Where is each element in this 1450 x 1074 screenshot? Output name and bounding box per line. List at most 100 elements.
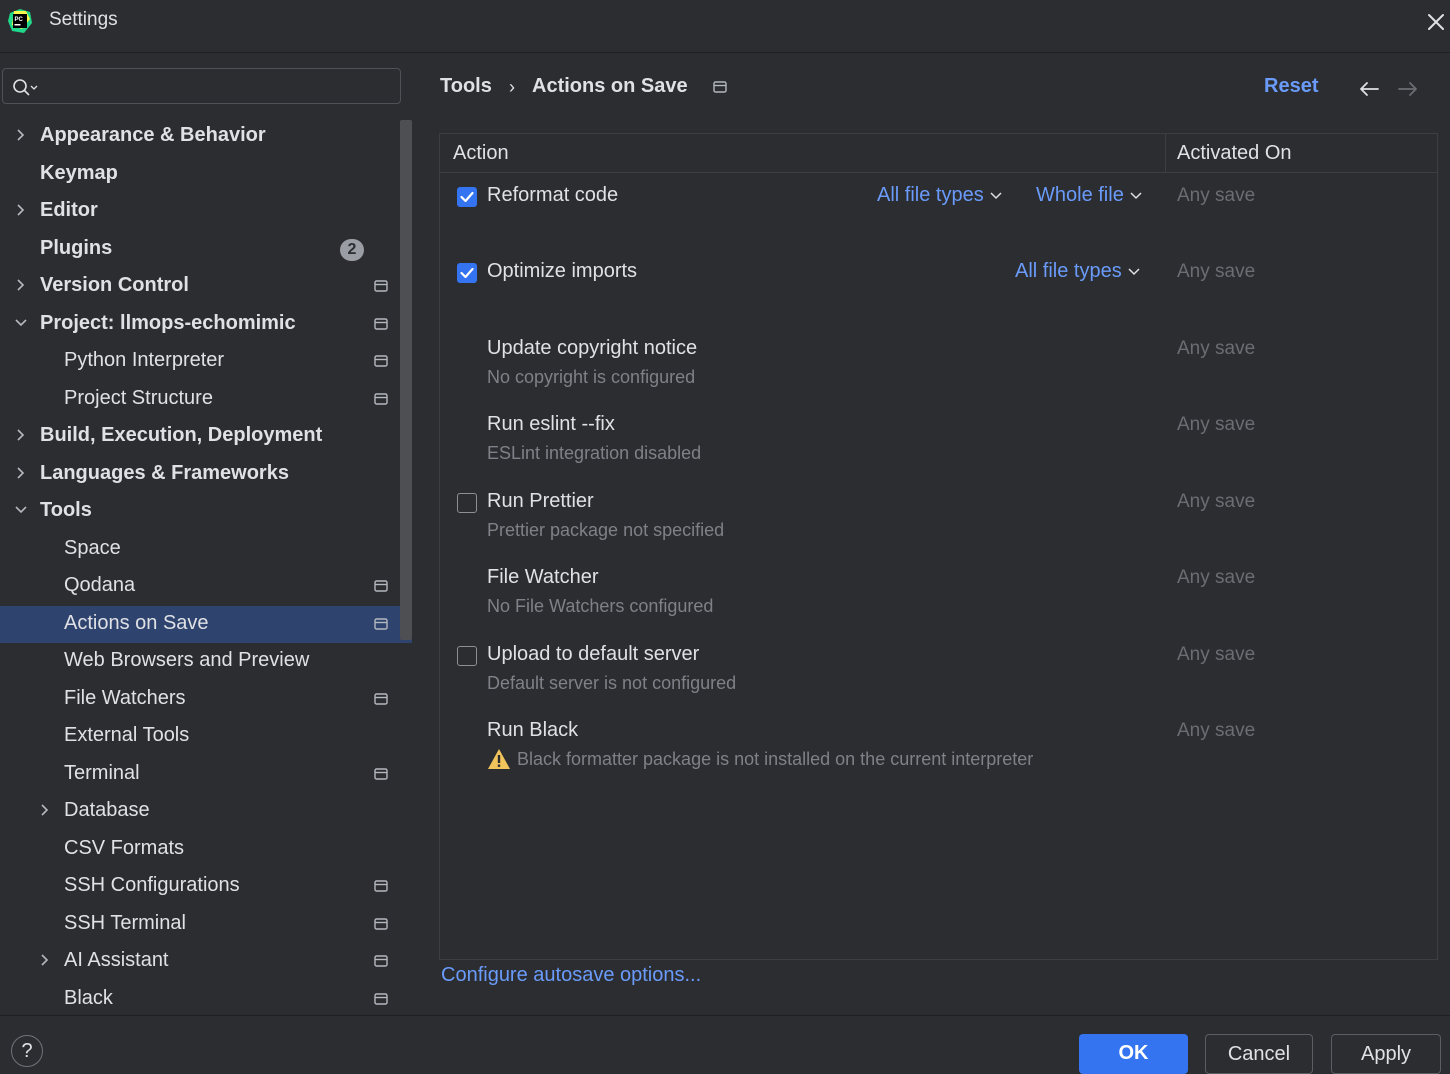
action-title: Update copyright notice <box>487 337 698 359</box>
cancel-button[interactable]: Cancel <box>1205 1034 1313 1074</box>
sidebar-item-label: Qodana <box>64 574 136 596</box>
sidebar-item-tools[interactable]: Tools <box>0 493 400 530</box>
sidebar-item-qodana[interactable]: Qodana <box>0 568 400 605</box>
sidebar-item-label: CSV Formats <box>64 836 185 859</box>
sidebar-item-label: Languages & Frameworks <box>40 461 289 484</box>
chevron-right-icon[interactable] <box>14 428 28 442</box>
sidebar-item-python-interpreter[interactable]: Python Interpreter <box>0 343 400 380</box>
activated-on-value: Any save <box>1177 644 1256 665</box>
chevron-right-icon[interactable] <box>38 803 52 817</box>
action-checkbox[interactable] <box>457 493 477 513</box>
settings-search-box[interactable] <box>2 68 401 104</box>
chevron-right-icon[interactable] <box>38 953 52 967</box>
action-row-run-black: Run Black Black formatter package is not … <box>440 713 1437 789</box>
chevron-right-icon[interactable] <box>14 278 28 292</box>
sidebar-item-plugins[interactable]: Plugins 2 <box>0 231 400 268</box>
action-row-run-prettier: Run Prettier Prettier package not specifi… <box>440 484 1437 560</box>
file-types-dropdown[interactable]: All file types <box>1015 260 1140 283</box>
chevron-down-icon <box>990 192 1002 199</box>
sidebar-item-terminal[interactable]: Terminal <box>0 756 400 793</box>
project-level-icon <box>374 355 388 367</box>
configure-autosave-link[interactable]: Configure autosave options... <box>441 964 701 987</box>
table-header: Action Activated On <box>440 134 1437 173</box>
file-types-dropdown[interactable]: All file types <box>877 184 1002 207</box>
chevron-down-icon[interactable] <box>14 503 28 517</box>
reset-link[interactable]: Reset <box>1264 75 1318 98</box>
settings-search-input[interactable] <box>43 73 397 99</box>
action-checkbox[interactable] <box>457 187 477 207</box>
dialog-footer: ? OK Cancel Apply <box>0 1015 1450 1074</box>
scope-dropdown[interactable]: Whole file <box>1036 184 1142 207</box>
project-level-icon <box>374 917 388 930</box>
breadcrumb-tools[interactable]: Tools <box>440 75 492 98</box>
sidebar-item-ssh-terminal[interactable]: SSH Terminal <box>0 906 400 943</box>
project-level-icon <box>374 317 388 330</box>
action-checkbox[interactable] <box>457 263 477 283</box>
sidebar-item-csv-formats[interactable]: CSV Formats <box>0 831 400 868</box>
action-status-text: No File Watchers configured <box>487 596 714 616</box>
action-checkbox[interactable] <box>457 646 477 666</box>
sidebar-item-editor[interactable]: Editor <box>0 193 400 230</box>
activated-on-value: Any save <box>1177 491 1256 512</box>
apply-button[interactable]: Apply <box>1331 1034 1441 1074</box>
arrow-left-icon[interactable] <box>1358 81 1380 97</box>
action-row-reformat-code: Reformat code All file types Whole file Any… <box>440 178 1437 254</box>
warning-icon <box>488 749 510 769</box>
svg-text:PC: PC <box>15 17 24 23</box>
action-title: File Watcher <box>487 566 599 588</box>
sidebar-item-keymap[interactable]: Keymap <box>0 156 400 193</box>
sidebar-item-black[interactable]: Black <box>0 981 400 1016</box>
sidebar-item-ai-assistant[interactable]: AI Assistant <box>0 943 400 980</box>
sidebar-item-appearance-behavior[interactable]: Appearance & Behavior <box>0 118 400 155</box>
sidebar-item-web-browsers-and-preview[interactable]: Web Browsers and Preview <box>0 643 400 680</box>
sidebar-item-label: SSH Configurations <box>64 874 240 896</box>
window-title: Settings <box>49 9 118 30</box>
sidebar-item-label: Tools <box>40 499 92 521</box>
column-header-action: Action <box>453 142 509 164</box>
project-level-icon <box>374 955 388 967</box>
sidebar-item-version-control[interactable]: Version Control <box>0 268 400 305</box>
sidebar-item-ssh-configurations[interactable]: SSH Configurations <box>0 868 400 905</box>
chevron-down-icon[interactable] <box>14 316 28 330</box>
search-icon <box>13 79 38 96</box>
sidebar-item-label: Project Structure <box>64 386 213 409</box>
project-level-icon <box>374 880 388 892</box>
title-bar: PC Settings <box>0 0 1450 53</box>
sidebar-item-project-structure[interactable]: Project Structure <box>0 381 400 418</box>
column-divider[interactable] <box>1165 134 1166 172</box>
sidebar-item-build-execution-deployment[interactable]: Build, Execution, Deployment <box>0 418 400 455</box>
action-title: Reformat code <box>487 184 619 206</box>
column-header-activated-on: Activated On <box>1177 142 1292 164</box>
activated-on-value: Any save <box>1177 185 1256 206</box>
sidebar-item-file-watchers[interactable]: File Watchers <box>0 681 400 718</box>
sidebar-item-label: Web Browsers and Preview <box>64 649 310 671</box>
project-level-icon <box>713 81 727 93</box>
sidebar-item-label: SSH Terminal <box>64 911 186 934</box>
breadcrumb-separator: › <box>509 77 515 97</box>
sidebar-item-actions-on-save[interactable]: Actions on Save <box>0 605 412 643</box>
sidebar-item-space[interactable]: Space <box>0 531 400 568</box>
action-title: Run eslint --fix <box>487 413 615 435</box>
chevron-down-icon <box>1130 192 1142 199</box>
arrow-right-icon[interactable] <box>1397 81 1419 97</box>
close-icon[interactable] <box>1424 10 1448 34</box>
chevron-right-icon[interactable] <box>14 128 28 142</box>
chevron-right-icon[interactable] <box>14 203 28 217</box>
action-status-text: Default server is not configured <box>487 673 737 693</box>
project-level-icon <box>374 617 388 630</box>
sidebar-item-project-llmops-echomimic[interactable]: Project: llmops-echomimic <box>0 306 400 343</box>
chevron-right-icon[interactable] <box>14 466 28 480</box>
update-count-badge: 2 <box>340 238 364 261</box>
sidebar-item-database[interactable]: Database <box>0 793 400 830</box>
sidebar-scrollbar[interactable] <box>400 120 412 640</box>
project-level-icon <box>374 580 388 592</box>
activated-on-value: Any save <box>1177 720 1256 741</box>
ok-button[interactable]: OK <box>1079 1034 1188 1074</box>
breadcrumb-actions-on-save: Actions on Save <box>532 75 688 97</box>
sidebar-item-external-tools[interactable]: External Tools <box>0 718 400 755</box>
settings-content: Tools › Actions on Save Reset Action Act… <box>413 53 1450 1015</box>
project-level-icon <box>374 692 388 705</box>
action-row-upload-to-default-server: Upload to default server Default server i… <box>440 637 1437 713</box>
help-button[interactable]: ? <box>11 1035 43 1067</box>
sidebar-item-languages-frameworks[interactable]: Languages & Frameworks <box>0 456 400 493</box>
